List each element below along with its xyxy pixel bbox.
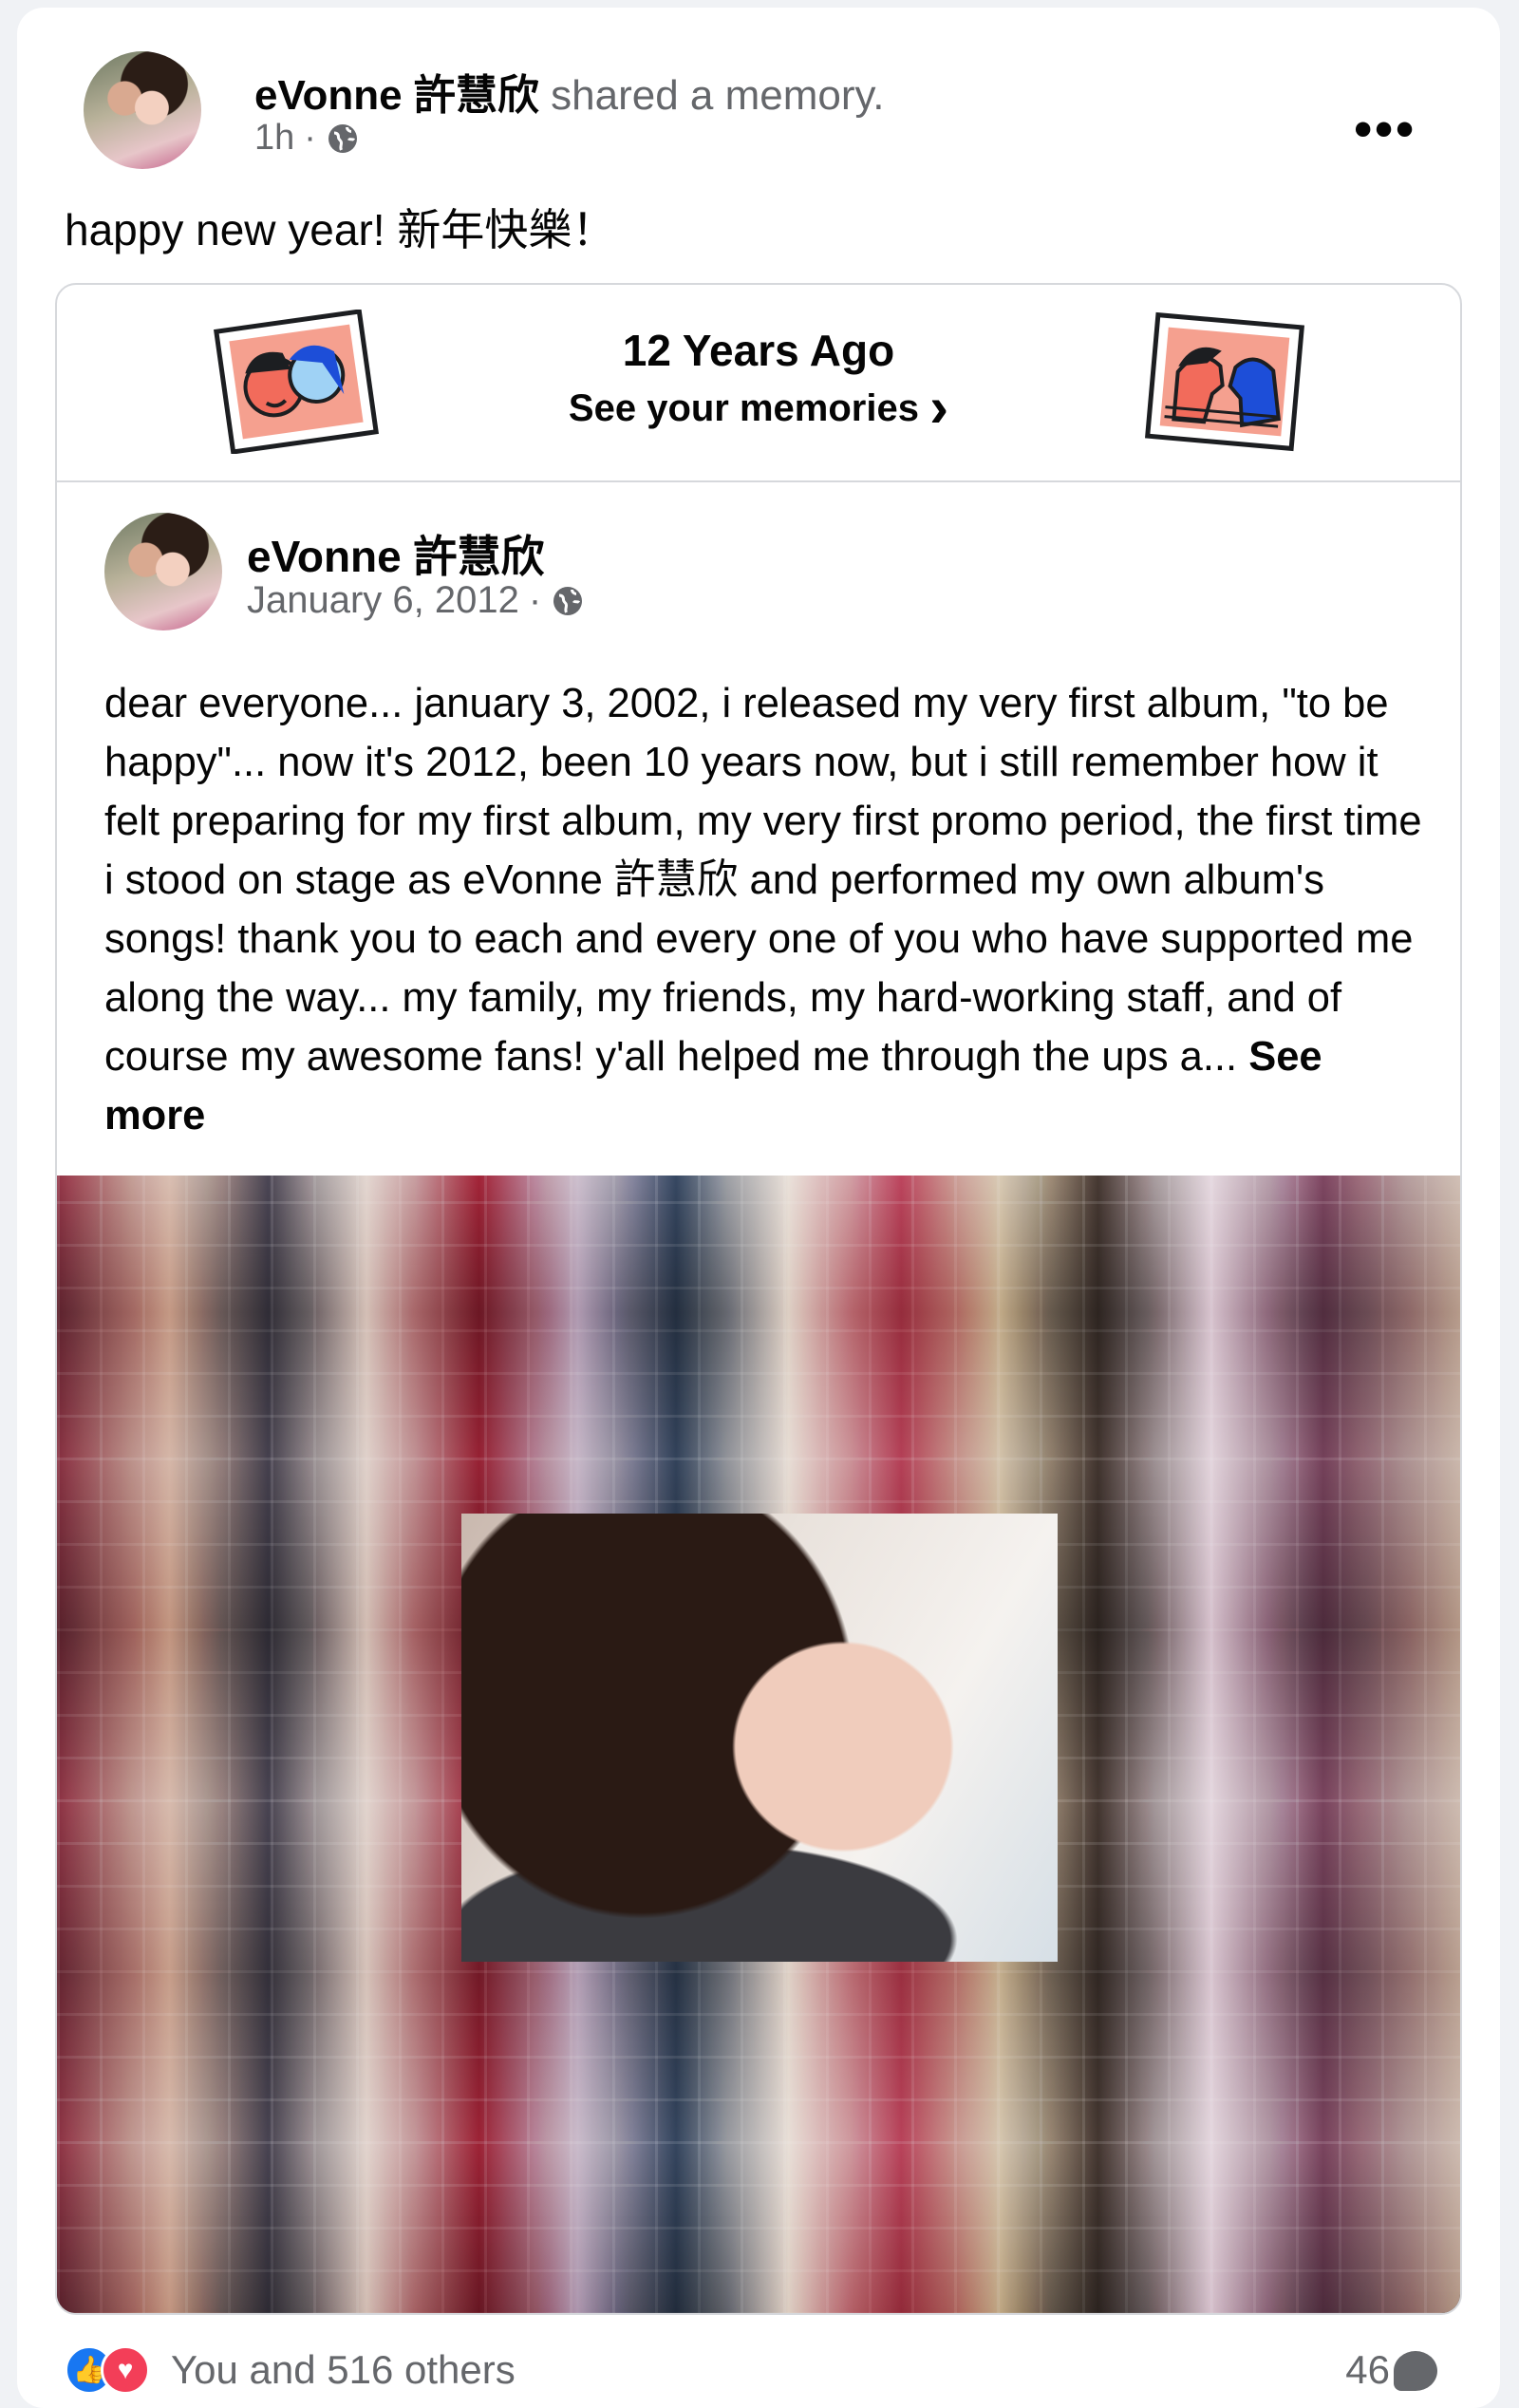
meta-separator: · xyxy=(528,579,542,621)
photo-mosaic-image[interactable] xyxy=(57,1176,1460,2313)
comment-bubble-icon[interactable] xyxy=(1394,2351,1437,2391)
globe-icon[interactable] xyxy=(326,122,360,156)
original-post-meta: January 6, 2012 · xyxy=(247,579,585,622)
memory-header[interactable]: 12 Years Ago See your memories › xyxy=(57,285,1460,482)
see-memories-label: See your memories xyxy=(568,387,919,429)
more-options-icon[interactable]: ••• xyxy=(1354,103,1416,155)
original-post-text: dear everyone... january 3, 2002, i rele… xyxy=(104,674,1434,1145)
original-post-date[interactable]: January 6, 2012 xyxy=(247,579,519,622)
post-title-line: eVonne 許慧欣 shared a memory. xyxy=(254,61,884,122)
chevron-right-icon: › xyxy=(929,375,949,439)
original-author-avatar[interactable] xyxy=(104,513,222,630)
meta-separator: · xyxy=(304,118,316,158)
reaction-icons[interactable]: 👍 ♥ xyxy=(65,2345,169,2397)
post-caption: happy new year! 新年快樂！ xyxy=(65,205,616,254)
author-avatar[interactable] xyxy=(84,51,201,169)
original-post-body: dear everyone... january 3, 2002, i rele… xyxy=(104,681,1422,1080)
post-card: eVonne 許慧欣 shared a memory. 1h · ••• hap… xyxy=(17,8,1500,2408)
author-name[interactable]: eVonne 許慧欣 xyxy=(254,72,539,119)
post-time[interactable]: 1h xyxy=(254,118,294,159)
original-author-name[interactable]: eVonne 許慧欣 xyxy=(247,522,545,585)
comment-count[interactable]: 46 xyxy=(1345,2347,1390,2393)
post-footer: 👍 ♥ You and 516 others 46 xyxy=(65,2342,1470,2399)
album-cover-portrait xyxy=(461,1514,1058,1962)
post-header: eVonne 許慧欣 shared a memory. 1h · ••• xyxy=(65,44,1470,177)
post-meta: 1h · xyxy=(254,118,360,159)
love-reaction-icon: ♥ xyxy=(101,2345,150,2395)
reactions-summary[interactable]: You and 516 others xyxy=(171,2347,516,2393)
globe-icon[interactable] xyxy=(551,584,585,618)
post-action: shared a memory. xyxy=(551,72,885,119)
memory-card[interactable]: 12 Years Ago See your memories › eVonne … xyxy=(55,283,1462,2315)
kiss-frame-icon xyxy=(1145,311,1304,452)
